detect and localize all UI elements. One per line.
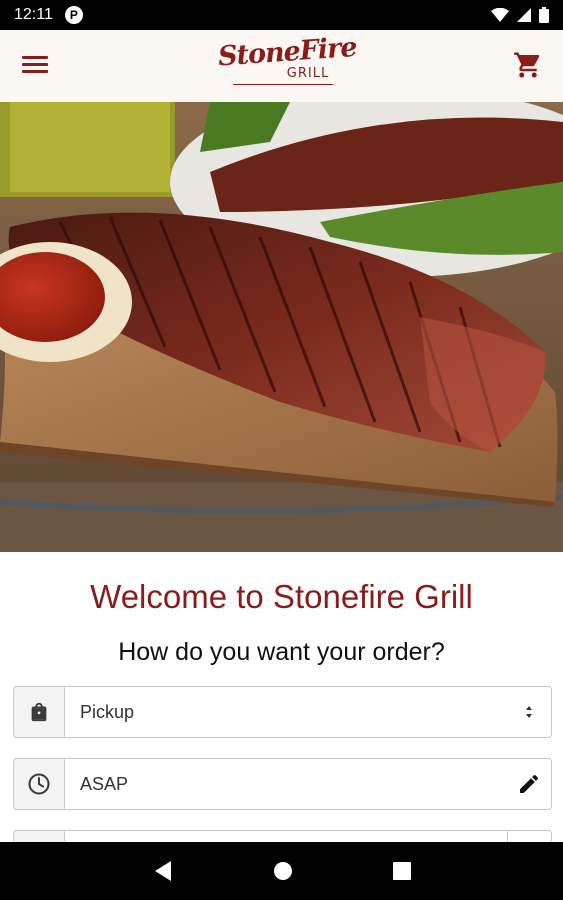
back-icon[interactable] <box>153 860 173 882</box>
logo-divider <box>233 84 333 85</box>
order-time-field[interactable]: ASAP <box>13 758 552 810</box>
order-time-value: ASAP <box>80 773 129 794</box>
signal-icon <box>517 8 531 22</box>
order-setup-panel: Welcome to Stonefire Grill How do you wa… <box>0 552 563 860</box>
recents-icon[interactable] <box>392 862 411 880</box>
hamburger-menu-icon[interactable] <box>20 52 50 80</box>
welcome-title: Welcome to Stonefire Grill <box>90 578 473 615</box>
status-icons <box>491 7 549 23</box>
brand-logo[interactable]: StoneFire GRILL <box>217 32 357 96</box>
shopping-bag-icon <box>14 687 65 737</box>
select-arrows-icon[interactable] <box>507 687 551 737</box>
battery-icon <box>539 7 549 23</box>
shopping-cart-icon[interactable] <box>513 50 543 80</box>
status-time: 12:11 <box>14 6 53 23</box>
order-question: How do you want your order? <box>118 638 445 666</box>
status-bar: 12:11 P <box>0 0 563 30</box>
wifi-icon <box>491 8 509 22</box>
edit-pencil-icon[interactable] <box>507 759 551 809</box>
grilled-tri-tip-steak-image <box>0 102 563 552</box>
app-notification-icon: P <box>64 6 83 24</box>
app-header: StoneFire GRILL <box>0 30 563 102</box>
clock-icon <box>14 759 65 809</box>
home-icon[interactable] <box>273 861 293 881</box>
order-type-select[interactable]: Pickup <box>13 686 552 738</box>
system-navigation-bar <box>0 842 563 900</box>
order-type-value: Pickup <box>80 701 135 722</box>
